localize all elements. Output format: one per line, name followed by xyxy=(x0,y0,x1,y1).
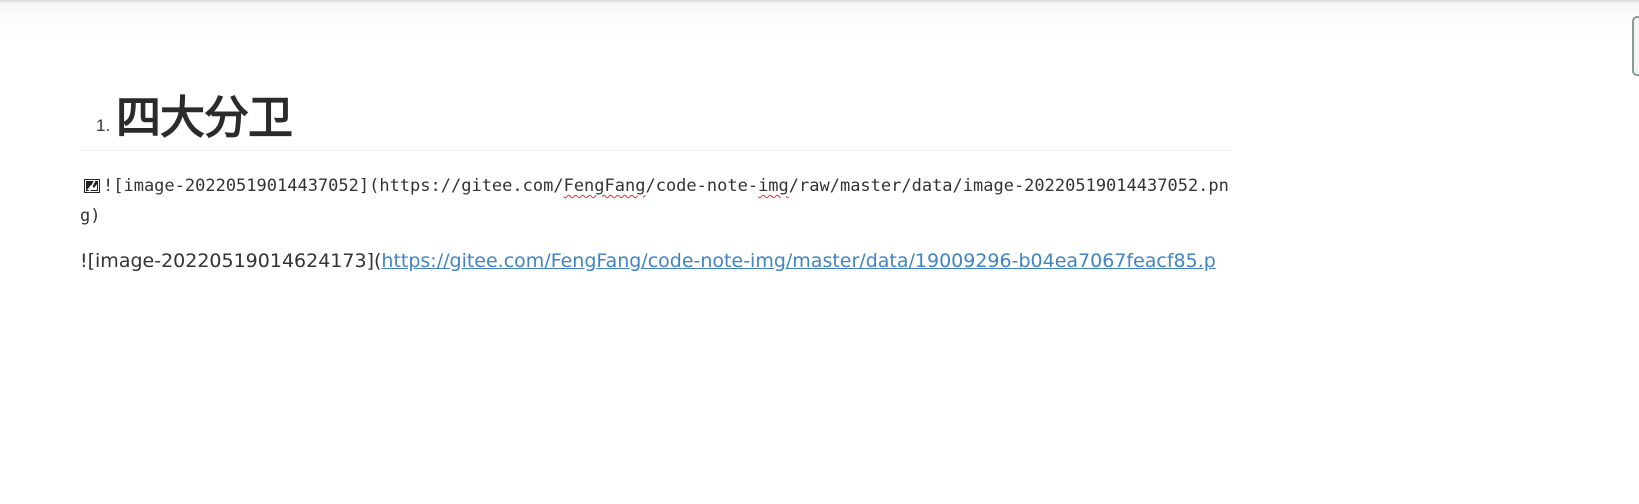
top-border xyxy=(0,0,1639,2)
spellcheck-word: img xyxy=(758,176,789,196)
document-content[interactable]: 1. 四大分卫 ![image-20220519014437052](https… xyxy=(80,86,1240,275)
broken-image-icon[interactable] xyxy=(84,173,100,193)
heading-title[interactable]: 四大分卫 xyxy=(116,90,293,146)
markdown-image-prefix: ![image-20220519014624173]( xyxy=(80,250,382,272)
image-source-prefix: ![image-20220519014437052](https://gitee… xyxy=(103,176,564,196)
scrollbar-handle[interactable] xyxy=(1632,16,1639,76)
heading-list-item[interactable]: 1. 四大分卫 xyxy=(80,86,1232,151)
markdown-image-line[interactable]: ![image-20220519014624173](https://gitee… xyxy=(80,247,1240,275)
editor-page: 1. 四大分卫 ![image-20220519014437052](https… xyxy=(0,0,1639,504)
top-toolbar-shadow xyxy=(0,0,1639,40)
list-number: 1. xyxy=(96,116,111,135)
image-url-link[interactable]: https://gitee.com/FengFang/code-note-img… xyxy=(381,250,1215,272)
spellcheck-word: FengFang xyxy=(563,176,646,196)
image-markdown-source[interactable]: ![image-20220519014437052](https://gitee… xyxy=(80,171,1230,231)
image-source-middle: /code-note- xyxy=(645,176,759,196)
